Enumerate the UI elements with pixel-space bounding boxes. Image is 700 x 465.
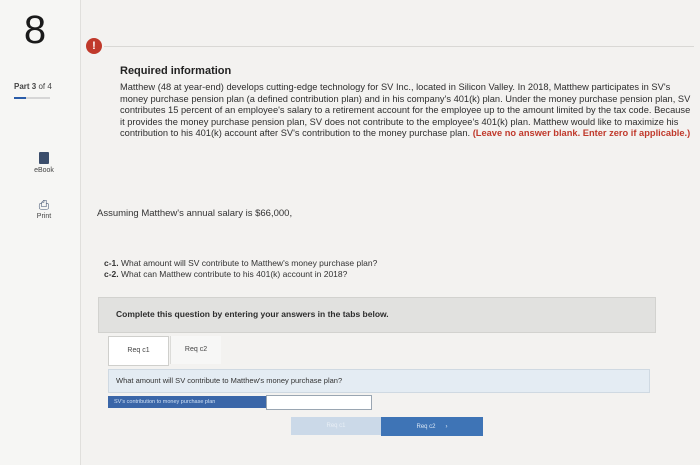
ebook-button[interactable]: eBook	[20, 152, 68, 174]
prev-label: Req c1	[326, 423, 346, 429]
instruction-text: Complete this question by entering your …	[116, 309, 389, 319]
assumption-text: Assuming Matthew's annual salary is $66,…	[97, 208, 293, 219]
required-info-title: Required information	[120, 65, 232, 77]
next-button[interactable]: Req c2 ›	[381, 417, 483, 436]
question-item: c-2. What can Matthew contribute to his …	[104, 269, 377, 280]
book-icon	[39, 152, 49, 164]
printer-icon: ⎙	[38, 197, 50, 212]
part-of-word: of	[38, 82, 46, 91]
prev-button[interactable]: Req c1	[291, 417, 381, 435]
tab-req-c1[interactable]: Req c1	[108, 336, 169, 366]
next-label: Req c2	[416, 424, 436, 430]
part-progress-bar	[14, 97, 50, 99]
chevron-right-icon: ›	[445, 424, 448, 430]
alert-icon: !	[86, 38, 102, 54]
tab-question-bar: What amount will SV contribute to Matthe…	[108, 369, 650, 393]
question-text: What amount will SV contribute to Matthe…	[121, 258, 378, 268]
question-list: c-1. What amount will SV contribute to M…	[104, 258, 377, 280]
instruction-box: Complete this question by entering your …	[98, 297, 656, 333]
question-item: c-1. What amount will SV contribute to M…	[104, 258, 377, 269]
tab-question-text: What amount will SV contribute to Matthe…	[116, 376, 343, 385]
part-current: 3	[31, 82, 37, 91]
divider	[104, 46, 694, 47]
print-button[interactable]: ⎙ Print	[20, 198, 68, 220]
part-word: Part	[14, 82, 30, 91]
part-indicator: Part 3 of 4	[14, 82, 52, 91]
required-info-body: Matthew (48 at year-end) develops cuttin…	[120, 82, 692, 140]
part-total: 4	[47, 82, 52, 91]
question-id: c-1.	[104, 258, 119, 268]
tab-req-c2[interactable]: Req c2	[170, 336, 221, 364]
print-label: Print	[36, 213, 52, 220]
question-id: c-2.	[104, 269, 119, 279]
part-progress-fill	[14, 97, 26, 99]
question-number: 8	[23, 8, 47, 52]
ebook-label: eBook	[34, 167, 54, 174]
answer-input[interactable]	[266, 395, 372, 410]
left-sidebar: 8 Part 3 of 4 eBook ⎙ Print	[0, 0, 81, 465]
question-text: What can Matthew contribute to his 401(k…	[121, 269, 348, 279]
answer-label: SV's contribution to money purchase plan	[108, 396, 266, 408]
required-info-note: (Leave no answer blank. Enter zero if ap…	[472, 128, 691, 139]
